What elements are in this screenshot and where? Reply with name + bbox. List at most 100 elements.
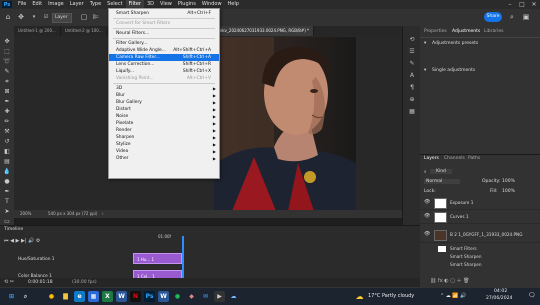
clock-time[interactable]: 04:02 bbox=[494, 289, 507, 294]
layer-row[interactable]: 👁 Curves 1 bbox=[420, 210, 540, 224]
single-adjustments-label[interactable]: Single adjustments bbox=[432, 68, 475, 73]
dodge-tool-icon[interactable]: ● bbox=[3, 178, 11, 186]
spotify-icon[interactable]: ● bbox=[172, 291, 183, 302]
menu-image[interactable]: Image bbox=[45, 0, 67, 9]
filter-kind-select[interactable]: Kind bbox=[430, 169, 452, 174]
playback-controls[interactable]: ⏮ ◀ ▶ ▶| 🔊 ⚙ bbox=[4, 238, 40, 244]
tab-paths[interactable]: Paths bbox=[468, 156, 480, 161]
excel-icon[interactable]: X bbox=[102, 291, 113, 302]
transform-icon[interactable]: ▢ bbox=[80, 13, 88, 21]
tray-icons[interactable]: ⌃ ☁ 📶 🔊 bbox=[440, 293, 466, 299]
blend-mode-select[interactable]: Normal bbox=[424, 179, 461, 184]
properties-icon[interactable]: ☰ bbox=[408, 48, 416, 56]
eye-icon[interactable]: 👁 bbox=[424, 196, 430, 209]
close-icon[interactable]: ✕ bbox=[528, 0, 540, 9]
media-icon[interactable]: ▶ bbox=[214, 291, 225, 302]
menu-edit[interactable]: Edit bbox=[29, 0, 45, 9]
brush-tool-icon[interactable]: ✏ bbox=[3, 118, 11, 126]
home-icon[interactable]: ⌂ bbox=[4, 13, 12, 21]
filter-menu-item-render[interactable]: Render ▶ bbox=[109, 127, 219, 134]
filter-menu-item-noise[interactable]: Noise ▶ bbox=[109, 113, 219, 120]
checkbox-icon[interactable]: ☑ bbox=[42, 13, 50, 21]
chevron-right-icon[interactable]: › bbox=[102, 210, 104, 218]
explorer-icon[interactable]: ▇ bbox=[60, 291, 71, 302]
eye-icon[interactable]: 👁 bbox=[424, 228, 430, 241]
move-tool-icon[interactable]: ✥ bbox=[3, 38, 11, 46]
brush-settings-icon[interactable]: ✎ bbox=[408, 60, 416, 68]
lasso-tool-icon[interactable]: ➰ bbox=[3, 58, 11, 66]
filter-menu-item-stylize[interactable]: Stylize ▶ bbox=[109, 141, 219, 148]
zoom-level[interactable]: 200% bbox=[20, 210, 31, 218]
tab-untitled-2[interactable]: Untitled-2 @ 100... bbox=[61, 26, 108, 36]
align-left-icon[interactable]: ⊫ bbox=[92, 13, 100, 21]
menu-type[interactable]: Type bbox=[87, 0, 104, 9]
history-icon[interactable]: ⟲ bbox=[408, 36, 416, 44]
tab-properties[interactable]: Properties bbox=[424, 29, 447, 34]
filter-menu-item-adaptive-wide-angle[interactable]: Adaptive Wide Angle... Alt+Shift+Ctrl+A bbox=[109, 47, 219, 54]
timeline-clip[interactable]: 1 Hu... 1 bbox=[133, 253, 182, 264]
word-icon[interactable]: W bbox=[116, 291, 127, 302]
chevron-down-icon[interactable]: ▾ bbox=[30, 13, 38, 21]
clone-stamp-icon[interactable]: ⚒ bbox=[3, 128, 11, 136]
swatches-icon[interactable]: ▦ bbox=[408, 108, 416, 116]
document-image[interactable] bbox=[214, 37, 356, 211]
filter-menu-item-3d[interactable]: 3D ▶ bbox=[109, 85, 219, 92]
filter-menu-item-blur-gallery[interactable]: Blur Gallery ▶ bbox=[109, 99, 219, 106]
eye-icon[interactable]: 👁 bbox=[424, 210, 430, 223]
filter-menu-item-distort[interactable]: Distort ▶ bbox=[109, 106, 219, 113]
weather-text[interactable]: 17°C Partly cloudy bbox=[368, 293, 414, 299]
weather-icon[interactable]: ☁ bbox=[354, 291, 365, 302]
filter-menu-item-smart-sharpen[interactable]: Smart Sharpen Alt+Ctrl+F bbox=[109, 10, 219, 17]
filter-menu-item-pixelate[interactable]: Pixelate ▶ bbox=[109, 120, 219, 127]
menu-file[interactable]: File bbox=[15, 0, 29, 9]
marquee-tool-icon[interactable]: ⬚ bbox=[3, 48, 11, 56]
minimize-icon[interactable]: – bbox=[504, 0, 516, 9]
type-tool-icon[interactable]: T bbox=[3, 198, 11, 206]
search-icon[interactable]: ⌕ bbox=[20, 291, 31, 302]
healing-brush-icon[interactable]: ✚ bbox=[3, 108, 11, 116]
netflix-icon[interactable]: N bbox=[130, 291, 141, 302]
filter-menu-item-lens-correction[interactable]: Lens Correction... Shift+Ctrl+R bbox=[109, 61, 219, 68]
eyedropper-icon[interactable]: ✒ bbox=[3, 98, 11, 106]
store-icon[interactable]: ▦ bbox=[88, 291, 99, 302]
tab-untitled-1[interactable]: Untitled-1 @ 200... bbox=[14, 26, 61, 36]
tab-channels[interactable]: Channels bbox=[444, 156, 465, 161]
adjustments-presets-label[interactable]: Adjustments presets bbox=[432, 41, 478, 46]
timeline-footer-icons[interactable]: ⟲ ✂ bbox=[4, 279, 14, 285]
layer-actions-icon[interactable]: ⛓ fx ◐ ▢ ＋ 🗑 bbox=[430, 277, 469, 284]
search-icon[interactable]: ⌕ bbox=[508, 13, 516, 21]
tab-adjustments[interactable]: Adjustments bbox=[452, 29, 480, 34]
filter-menu-item-blur[interactable]: Blur ▶ bbox=[109, 92, 219, 99]
mail-icon[interactable]: ✉ bbox=[200, 291, 211, 302]
track-label[interactable]: Hue/Saturation 1 bbox=[18, 257, 55, 262]
blur-tool-icon[interactable]: 💧 bbox=[3, 168, 11, 176]
character-icon[interactable]: A bbox=[408, 72, 416, 80]
path-select-icon[interactable]: ➤ bbox=[3, 208, 11, 216]
workspace-icon[interactable]: ▣ bbox=[522, 13, 530, 21]
paragraph-icon[interactable]: ¶ bbox=[408, 84, 416, 92]
word2-icon[interactable]: W bbox=[158, 291, 169, 302]
filter-menu-item-filter-gallery[interactable]: Filter Gallery... bbox=[109, 40, 219, 47]
chevron-down-icon[interactable]: ▾ bbox=[424, 68, 426, 73]
glyphs-icon[interactable]: ⊕ bbox=[408, 96, 416, 104]
chrome-icon[interactable]: ● bbox=[46, 291, 57, 302]
layer-row[interactable]: 👁 B 2 1_0GYGFF_1_31933_0024.PNG bbox=[420, 228, 540, 243]
history-brush-icon[interactable]: ↺ bbox=[3, 138, 11, 146]
filter-menu-item-other[interactable]: Other ▶ bbox=[109, 155, 219, 162]
menu-help[interactable]: Help bbox=[225, 0, 242, 9]
windows-icon[interactable]: ⊞ bbox=[6, 291, 17, 302]
eraser-icon[interactable]: ◧ bbox=[3, 148, 11, 156]
share-button[interactable]: Share bbox=[484, 12, 502, 22]
clock-date[interactable]: 27/06/2024 bbox=[486, 296, 512, 301]
filter-menu-item-video[interactable]: Video ▶ bbox=[109, 148, 219, 155]
edge-icon[interactable]: e bbox=[74, 291, 85, 302]
move-tool-icon[interactable]: ✥ bbox=[17, 13, 25, 21]
filter-menu-item-camera-raw-filter[interactable]: Camera Raw Filter... Shift+Ctrl+A bbox=[109, 54, 219, 61]
chevron-down-icon[interactable]: ▾ bbox=[424, 41, 426, 46]
filter-menu-item-sharpen[interactable]: Sharpen ▶ bbox=[109, 134, 219, 141]
opacity-value[interactable]: 100% bbox=[502, 179, 515, 184]
pen-tool-icon[interactable]: ✒ bbox=[3, 188, 11, 196]
layer-row[interactable]: 👁 Exposure 1 bbox=[420, 196, 540, 210]
quick-select-icon[interactable]: ✎ bbox=[3, 68, 11, 76]
photoshop-icon[interactable]: Ps bbox=[144, 291, 155, 302]
